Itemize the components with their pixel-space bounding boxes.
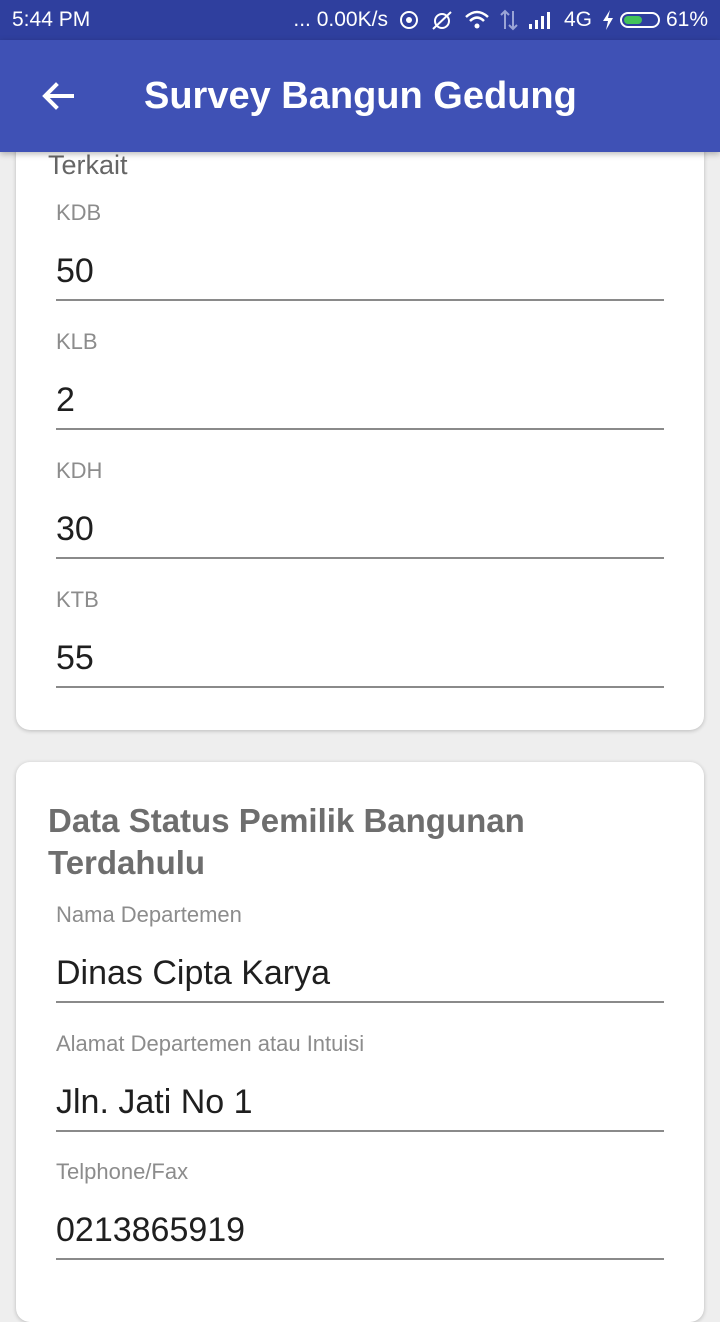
kdh-label: KDH (56, 458, 103, 483)
battery-icon (619, 12, 660, 28)
battery-percent: 61% (665, 8, 708, 31)
kdb-label: KDB (56, 200, 102, 225)
department-address-field: Alamat Departemen atau Intuisi (56, 1029, 664, 1132)
kdb-input[interactable] (56, 236, 664, 301)
kdh-field: KDH (56, 456, 664, 559)
telephone-fax-label: Telphone/Fax (56, 1159, 189, 1184)
building-regulation-card: Terkait KDB KLB KDH KTB (16, 110, 704, 730)
department-name-label: Nama Departemen (56, 902, 242, 927)
page-title: Survey Bangun Gedung (144, 74, 577, 117)
status-time: 5:44 PM (12, 8, 91, 31)
kdh-input[interactable] (56, 494, 664, 559)
klb-input[interactable] (56, 365, 664, 430)
ktb-label: KTB (56, 587, 99, 612)
department-address-input[interactable] (56, 1067, 664, 1132)
ktb-input[interactable] (56, 623, 664, 688)
app-bar: Survey Bangun Gedung (0, 40, 720, 152)
klb-field: KLB (56, 327, 664, 430)
department-name-field: Nama Departemen (56, 900, 664, 1003)
charging-icon (602, 10, 614, 30)
network-type: 4G (563, 8, 592, 31)
arrow-back-icon (42, 82, 74, 110)
section-title: Terkait (48, 150, 128, 180)
alarm-off-icon (430, 8, 454, 32)
department-name-input[interactable] (56, 938, 664, 1003)
department-address-label: Alamat Departemen atau Intuisi (56, 1031, 365, 1056)
data-transfer-icon (500, 9, 518, 31)
ktb-field: KTB (56, 585, 664, 688)
battery-fill (623, 16, 642, 24)
previous-owner-card: Data Status Pemilik Bangunan Terdahulu N… (16, 762, 704, 1322)
signal-icon (528, 10, 554, 30)
klb-label: KLB (56, 329, 98, 354)
status-bar: 5:44 PM ... 0.00K/s 4G 61% (0, 0, 720, 40)
section-title: Data Status Pemilik Bangunan Terdahulu (48, 802, 525, 881)
hotspot-icon (398, 9, 420, 31)
telephone-fax-field: Telphone/Fax (56, 1157, 664, 1260)
kdb-field: KDB (56, 198, 664, 301)
wifi-icon (464, 9, 490, 31)
back-button[interactable] (18, 56, 98, 136)
network-speed: ... 0.00K/s (293, 8, 388, 31)
telephone-fax-input[interactable] (56, 1195, 664, 1260)
battery-indicator: 61% (602, 8, 708, 32)
